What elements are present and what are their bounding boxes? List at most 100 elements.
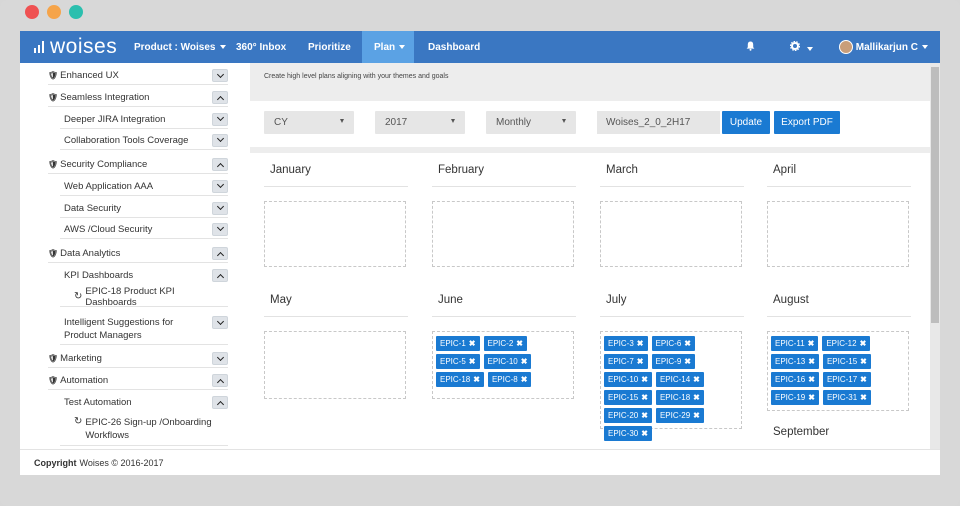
- expand-toggle[interactable]: [212, 112, 228, 126]
- epic-chip[interactable]: EPIC-18 ✖: [655, 390, 704, 405]
- remove-icon[interactable]: ✖: [469, 357, 476, 366]
- expand-toggle[interactable]: [212, 201, 228, 215]
- remove-icon[interactable]: ✖: [473, 375, 480, 384]
- calendar-type-select[interactable]: CY: [264, 111, 354, 134]
- epic-chip[interactable]: EPIC-31 ✖: [822, 390, 871, 405]
- remove-icon[interactable]: ✖: [808, 357, 815, 366]
- epic-chip[interactable]: EPIC-12 ✖: [822, 336, 871, 351]
- sidebar-item-collaboration-tools[interactable]: Collaboration Tools Coverage: [60, 131, 228, 150]
- collapse-toggle[interactable]: [212, 247, 228, 260]
- remove-icon[interactable]: ✖: [641, 375, 648, 384]
- bell-icon[interactable]: [741, 41, 761, 54]
- nav-inbox[interactable]: 360° Inbox: [224, 31, 296, 63]
- sidebar-item-enhanced-ux[interactable]: 🛡︎ Enhanced UX: [48, 67, 228, 85]
- expand-toggle[interactable]: [212, 316, 228, 329]
- scrollbar-thumb[interactable]: [931, 67, 939, 323]
- epic-chip[interactable]: EPIC-5 ✖: [436, 354, 480, 369]
- nav-plan[interactable]: Plan: [362, 31, 414, 63]
- epic-chip[interactable]: EPIC-16 ✖: [771, 372, 819, 387]
- epic-chip[interactable]: EPIC-19 ✖: [771, 390, 819, 405]
- expand-toggle[interactable]: [212, 69, 228, 82]
- sidebar-item-data-analytics[interactable]: 🛡︎ Data Analytics: [48, 245, 228, 263]
- period-select[interactable]: Monthly: [486, 111, 576, 134]
- epic-chip[interactable]: EPIC-7 ✖: [604, 354, 648, 369]
- remove-icon[interactable]: ✖: [860, 339, 867, 348]
- page-scrollbar[interactable]: [930, 63, 940, 449]
- remove-icon[interactable]: ✖: [684, 357, 691, 366]
- epic-chip[interactable]: EPIC-29 ✖: [655, 408, 704, 423]
- remove-icon[interactable]: ✖: [641, 411, 648, 420]
- sidebar-epic-18[interactable]: ↻ EPIC-18 Product KPI Dashboards: [60, 286, 228, 308]
- epic-chip[interactable]: EPIC-11 ✖: [771, 336, 819, 351]
- month-drop-zone[interactable]: EPIC-1 ✖ EPIC-2 ✖ EPIC-5 ✖ EPIC-10 ✖ EPIC-18…: [432, 331, 574, 399]
- epic-chip[interactable]: EPIC-6 ✖: [651, 336, 695, 351]
- sidebar-epic-26[interactable]: ↻ EPIC-26 Sign-up /Onboarding Workflows: [60, 414, 228, 446]
- epic-chip[interactable]: EPIC-10 ✖: [604, 372, 652, 387]
- remove-icon[interactable]: ✖: [808, 375, 815, 384]
- export-pdf-button[interactable]: Export PDF: [774, 111, 840, 134]
- epic-chip[interactable]: EPIC-2 ✖: [483, 336, 527, 351]
- month-drop-zone[interactable]: [767, 201, 909, 267]
- epic-chip[interactable]: EPIC-17 ✖: [822, 372, 871, 387]
- sidebar-item-automation[interactable]: 🛡︎ Automation: [48, 372, 228, 390]
- remove-icon[interactable]: ✖: [693, 375, 700, 384]
- month-drop-zone[interactable]: [432, 201, 574, 267]
- remove-icon[interactable]: ✖: [860, 357, 867, 366]
- sidebar-item-aws-cloud-security[interactable]: AWS /Cloud Security: [60, 220, 228, 239]
- expand-toggle[interactable]: [212, 133, 228, 147]
- sidebar-item-kpi-dashboards[interactable]: KPI Dashboards: [60, 266, 228, 285]
- settings-menu[interactable]: [785, 40, 819, 54]
- user-menu[interactable]: Mallikarjun C: [838, 31, 940, 63]
- plan-name-input[interactable]: Woises_2_0_2H17: [597, 111, 720, 134]
- sidebar-item-intelligent-suggestions[interactable]: Intelligent Suggestions for Product Mana…: [60, 313, 228, 345]
- sidebar-item-test-automation[interactable]: Test Automation: [60, 393, 228, 412]
- epic-chip[interactable]: EPIC-14 ✖: [655, 372, 704, 387]
- nav-dashboard[interactable]: Dashboard: [414, 31, 484, 63]
- epic-chip[interactable]: EPIC-15 ✖: [822, 354, 871, 369]
- nav-product[interactable]: Product : Woises: [118, 31, 226, 63]
- sidebar-item-seamless-integration[interactable]: 🛡︎ Seamless Integration: [48, 89, 228, 107]
- remove-icon[interactable]: ✖: [469, 339, 476, 348]
- sidebar-item-deeper-jira[interactable]: Deeper JIRA Integration: [60, 110, 228, 129]
- sidebar-item-marketing[interactable]: 🛡︎ Marketing: [48, 350, 228, 368]
- nav-prioritize[interactable]: Prioritize: [296, 31, 362, 63]
- collapse-toggle[interactable]: [212, 158, 228, 171]
- month-drop-zone[interactable]: [264, 331, 406, 399]
- update-button[interactable]: Update: [722, 111, 770, 134]
- remove-icon[interactable]: ✖: [641, 393, 648, 402]
- remove-icon[interactable]: ✖: [637, 339, 644, 348]
- epic-chip[interactable]: EPIC-18 ✖: [436, 372, 484, 387]
- close-window-button[interactable]: [25, 5, 39, 19]
- sidebar-item-security-compliance[interactable]: 🛡︎ Security Compliance: [48, 156, 228, 174]
- epic-chip[interactable]: EPIC-1 ✖: [436, 336, 480, 351]
- remove-icon[interactable]: ✖: [637, 357, 644, 366]
- remove-icon[interactable]: ✖: [860, 375, 867, 384]
- expand-toggle[interactable]: [212, 222, 228, 236]
- maximize-window-button[interactable]: [69, 5, 83, 19]
- epic-chip[interactable]: EPIC-13 ✖: [771, 354, 819, 369]
- remove-icon[interactable]: ✖: [693, 411, 700, 420]
- epic-chip[interactable]: EPIC-20 ✖: [604, 408, 652, 423]
- epic-chip[interactable]: EPIC-3 ✖: [604, 336, 648, 351]
- epic-chip[interactable]: EPIC-10 ✖: [483, 354, 532, 369]
- remove-icon[interactable]: ✖: [641, 429, 648, 438]
- collapse-toggle[interactable]: [212, 396, 228, 409]
- collapse-toggle[interactable]: [212, 269, 228, 282]
- epic-chip[interactable]: EPIC-15 ✖: [604, 390, 652, 405]
- remove-icon[interactable]: ✖: [808, 393, 815, 402]
- month-drop-zone[interactable]: [264, 201, 406, 267]
- remove-icon[interactable]: ✖: [521, 357, 528, 366]
- remove-icon[interactable]: ✖: [693, 393, 700, 402]
- epic-chip[interactable]: EPIC-9 ✖: [651, 354, 695, 369]
- remove-icon[interactable]: ✖: [860, 393, 867, 402]
- month-drop-zone[interactable]: [600, 201, 742, 267]
- year-select[interactable]: 2017: [375, 111, 465, 134]
- remove-icon[interactable]: ✖: [521, 375, 528, 384]
- collapse-toggle[interactable]: [212, 374, 228, 387]
- month-drop-zone[interactable]: EPIC-11 ✖ EPIC-12 ✖ EPIC-13 ✖ EPIC-15 ✖ EPIC…: [767, 331, 909, 411]
- collapse-toggle[interactable]: [212, 91, 228, 104]
- month-drop-zone[interactable]: EPIC-3 ✖ EPIC-6 ✖ EPIC-7 ✖ EPIC-9 ✖ EPIC-10 ✖…: [600, 331, 742, 441]
- remove-icon[interactable]: ✖: [684, 339, 691, 348]
- expand-toggle[interactable]: [212, 352, 228, 365]
- sidebar-item-web-app-aaa[interactable]: Web Application AAA: [60, 177, 228, 196]
